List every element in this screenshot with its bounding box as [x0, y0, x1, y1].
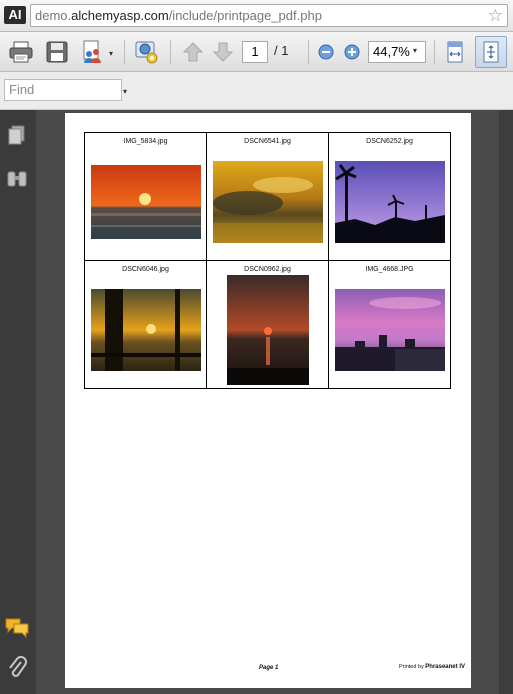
photo-cell: IMG_4668.JPG	[329, 261, 450, 388]
toolbar-divider	[170, 40, 171, 64]
fit-page-icon	[483, 41, 499, 63]
city-dusk-photo	[335, 289, 445, 371]
zoom-in-icon[interactable]	[342, 42, 362, 62]
side-panel	[0, 110, 36, 694]
attachments-paperclip-icon[interactable]	[6, 656, 28, 685]
ocean-sunset-photo	[227, 275, 309, 385]
printed-by-brand: Phraseanet IV	[425, 664, 465, 670]
toolbar-divider	[124, 40, 125, 64]
photo-caption: DSCN6046.jpg	[122, 266, 169, 273]
previous-page-arrow-icon[interactable]	[180, 39, 206, 65]
fit-width-icon[interactable]	[442, 39, 468, 65]
printed-by-label: Printed by	[399, 664, 424, 670]
page-thumbnails-icon[interactable]	[6, 124, 28, 151]
zoom-dropdown-arrow-icon[interactable]: ▾	[413, 46, 417, 55]
page-number-input[interactable]: 1	[242, 41, 268, 63]
photo-cell: DSCN6252.jpg	[329, 133, 450, 261]
toolbar-divider	[308, 40, 309, 64]
share-dropdown-arrow-icon[interactable]: ▾	[109, 49, 113, 58]
find-bar: Find ▾	[0, 72, 513, 110]
page-total-label: / 1	[274, 43, 289, 58]
photo-grid: IMG_5834.jpg DSCN6541.jpg DSCN6252.jpg D…	[84, 132, 451, 389]
photo-caption: IMG_5834.jpg	[123, 138, 168, 145]
document-scrollbar[interactable]	[499, 110, 513, 694]
page-footer-number: Page 1	[259, 665, 279, 671]
find-input[interactable]: Find	[4, 79, 122, 101]
settings-globe-icon[interactable]	[134, 39, 160, 65]
url-field[interactable]: demo.alchemyasp.com/include/printpage_pd…	[30, 4, 508, 27]
fit-page-button[interactable]	[475, 36, 507, 68]
url-prefix: demo.	[35, 8, 72, 23]
binoculars-search-icon[interactable]	[5, 168, 29, 195]
photo-caption: DSCN0962.jpg	[244, 266, 291, 273]
photo-caption: DSCN6252.jpg	[366, 138, 413, 145]
photo-cell: DSCN0962.jpg	[207, 261, 329, 388]
address-bar: AI demo.alchemyasp.com/include/printpage…	[0, 0, 513, 32]
sunset-photo	[213, 161, 323, 243]
zoom-out-icon[interactable]	[316, 42, 336, 62]
next-page-arrow-icon[interactable]	[210, 39, 236, 65]
bookmark-star-icon[interactable]: ☆	[488, 6, 503, 25]
photo-cell: IMG_5834.jpg	[85, 133, 207, 261]
print-icon[interactable]	[8, 39, 34, 65]
find-dropdown-arrow-icon[interactable]: ▾	[123, 87, 127, 96]
photo-cell: DSCN6541.jpg	[207, 133, 329, 261]
photo-caption: IMG_4668.JPG	[365, 266, 414, 273]
pdf-toolbar: ▾ 1 / 1 44,7% ▾	[0, 32, 513, 72]
photo-caption: DSCN6541.jpg	[244, 138, 291, 145]
save-icon[interactable]	[44, 39, 70, 65]
sunset-photo	[91, 165, 201, 239]
photo-cell: DSCN6046.jpg	[85, 261, 207, 388]
printed-by-footer: Printed by Phraseanet IV	[399, 664, 465, 670]
toolbar-divider	[434, 40, 435, 64]
url-text[interactable]: demo.alchemyasp.com/include/printpage_pd…	[35, 8, 322, 23]
share-people-icon[interactable]	[80, 39, 106, 65]
beach-sunset-photo	[91, 289, 201, 371]
comments-icon[interactable]	[4, 616, 30, 643]
palm-sunset-photo	[335, 161, 445, 243]
site-favicon: AI	[4, 6, 26, 24]
url-host: alchemyasp.com	[71, 8, 169, 23]
zoom-level-field[interactable]: 44,7%	[368, 41, 426, 63]
url-path: /include/printpage_pdf.php	[168, 8, 322, 23]
